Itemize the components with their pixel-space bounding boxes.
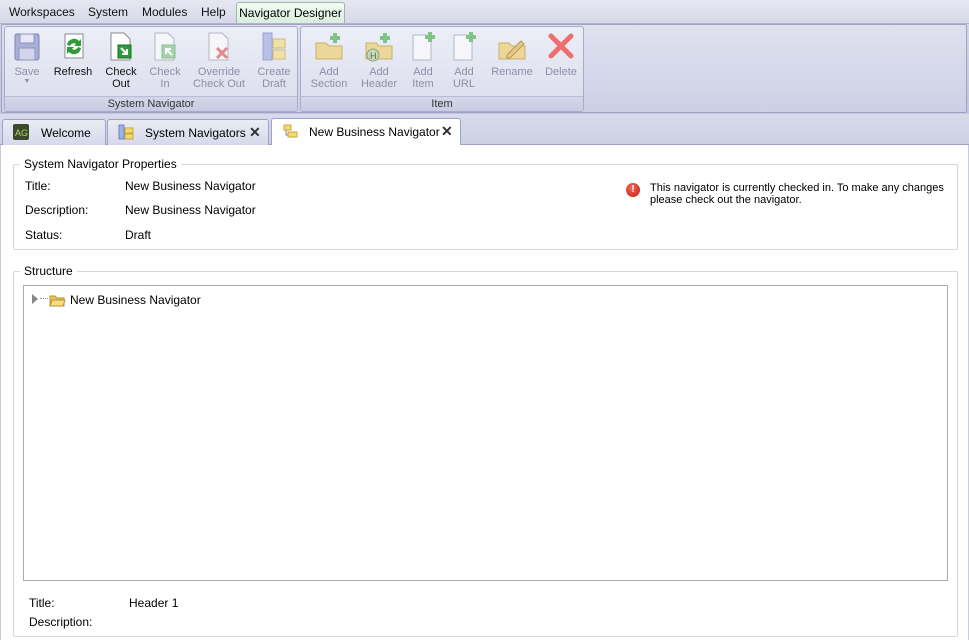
close-icon[interactable]: ✕ (441, 123, 453, 140)
add-item-icon (412, 32, 435, 61)
tree-node-label: New Business Navigator (70, 293, 201, 307)
add-section-label: Add Section (310, 66, 348, 90)
menu-workspaces[interactable]: Workspaces (9, 5, 75, 19)
status-value: Draft (125, 228, 152, 242)
floppy-disk-icon (14, 33, 40, 61)
ribbon: Save ▼ Refresh Check Out Check In Overri… (0, 23, 969, 114)
create-draft-button[interactable]: Create Draft (253, 31, 295, 90)
svg-text:AG: AG (15, 128, 28, 138)
override-check-out-icon (208, 32, 229, 61)
check-out-label: Check Out (105, 66, 137, 90)
add-url-icon (453, 32, 476, 61)
add-section-icon (315, 33, 343, 60)
item-group: Add Section H Add Header Add Item Add UR… (300, 26, 584, 112)
tab-new-business-navigator[interactable]: New Business Navigator ✕ (271, 118, 461, 145)
selected-description-label: Description: (29, 615, 93, 629)
add-header-icon: H (365, 33, 393, 62)
status-label: Status: (25, 228, 63, 242)
title-value: New Business Navigator (125, 179, 256, 193)
checked-in-message: This navigator is currently checked in. … (650, 182, 944, 206)
title-label: Title: (25, 179, 51, 193)
structure-tree[interactable]: New Business Navigator (23, 285, 948, 581)
add-url-button[interactable]: Add URL (446, 31, 482, 90)
tab-new-business-navigator-label: New Business Navigator (309, 125, 440, 139)
description-label: Description: (25, 203, 89, 217)
description-value: New Business Navigator (125, 203, 256, 217)
open-folder-icon (49, 295, 66, 307)
menu-system[interactable]: System (88, 5, 128, 19)
check-in-button[interactable]: Check In (145, 31, 185, 90)
add-header-button[interactable]: H Add Header (357, 31, 401, 90)
rename-icon (498, 40, 526, 60)
add-header-label: Add Header (360, 66, 398, 90)
create-draft-label: Create Draft (257, 66, 291, 90)
system-navigator-group: Save ▼ Refresh Check Out Check In Overri… (4, 26, 298, 112)
save-dropdown-icon[interactable]: ▼ (9, 78, 45, 86)
create-draft-icon (262, 32, 286, 61)
tab-system-navigators[interactable]: System Navigators ✕ (107, 119, 269, 145)
close-icon[interactable]: ✕ (249, 124, 261, 141)
menu-help[interactable]: Help (201, 5, 226, 19)
override-check-out-label: Override Check Out (193, 66, 245, 90)
navigator-icon (283, 124, 298, 138)
tab-welcome[interactable]: AG Welcome (2, 119, 106, 145)
properties-panel: System Navigator Properties Title: New B… (13, 157, 958, 250)
check-in-icon (154, 32, 176, 61)
error-icon: ! (626, 183, 640, 197)
add-item-label: Add Item (412, 66, 434, 90)
rename-label: Rename (491, 66, 533, 78)
selected-title-label: Title: (29, 596, 55, 610)
add-section-button[interactable]: Add Section (307, 31, 351, 90)
save-button[interactable]: Save ▼ (9, 31, 45, 86)
ribbon-body: Save ▼ Refresh Check Out Check In Overri… (1, 24, 967, 113)
menu-modules[interactable]: Modules (142, 5, 187, 19)
expand-arrow-icon[interactable] (32, 294, 38, 304)
tab-system-navigators-label: System Navigators (145, 126, 246, 140)
selected-title-value: Header 1 (129, 596, 179, 610)
menu-navigator-designer-label: Navigator Designer (239, 6, 342, 20)
delete-icon (548, 33, 574, 59)
delete-button[interactable]: Delete (541, 31, 581, 78)
properties-legend: System Navigator Properties (20, 157, 181, 171)
refresh-icon (64, 33, 84, 59)
check-out-icon (110, 32, 132, 61)
item-group-title: Item (301, 96, 583, 111)
tab-welcome-label: Welcome (41, 126, 91, 140)
welcome-icon: AG (13, 124, 29, 140)
check-out-button[interactable]: Check Out (101, 31, 141, 90)
navigator-editor: System Navigator Properties Title: New B… (0, 145, 969, 640)
tree-connector (40, 298, 48, 299)
system-navigators-icon (118, 124, 134, 140)
menu-navigator-designer[interactable]: Navigator Designer (236, 2, 345, 24)
structure-legend: Structure (20, 264, 77, 278)
document-tab-strip: AG Welcome System Navigators ✕ New Busin… (0, 114, 969, 145)
save-label: Save (14, 66, 40, 78)
system-navigator-group-title: System Navigator (5, 96, 297, 111)
add-item-button[interactable]: Add Item (405, 31, 441, 90)
override-check-out-button[interactable]: Override Check Out (189, 31, 249, 90)
refresh-button[interactable]: Refresh (51, 31, 95, 78)
menu-bar: Workspaces System Modules Help Navigator… (0, 0, 969, 24)
rename-button[interactable]: Rename (487, 31, 537, 78)
add-url-label: Add URL (452, 66, 475, 90)
svg-text:H: H (370, 51, 377, 61)
refresh-label: Refresh (53, 66, 93, 78)
check-in-label: Check In (149, 66, 181, 90)
delete-label: Delete (545, 66, 577, 78)
